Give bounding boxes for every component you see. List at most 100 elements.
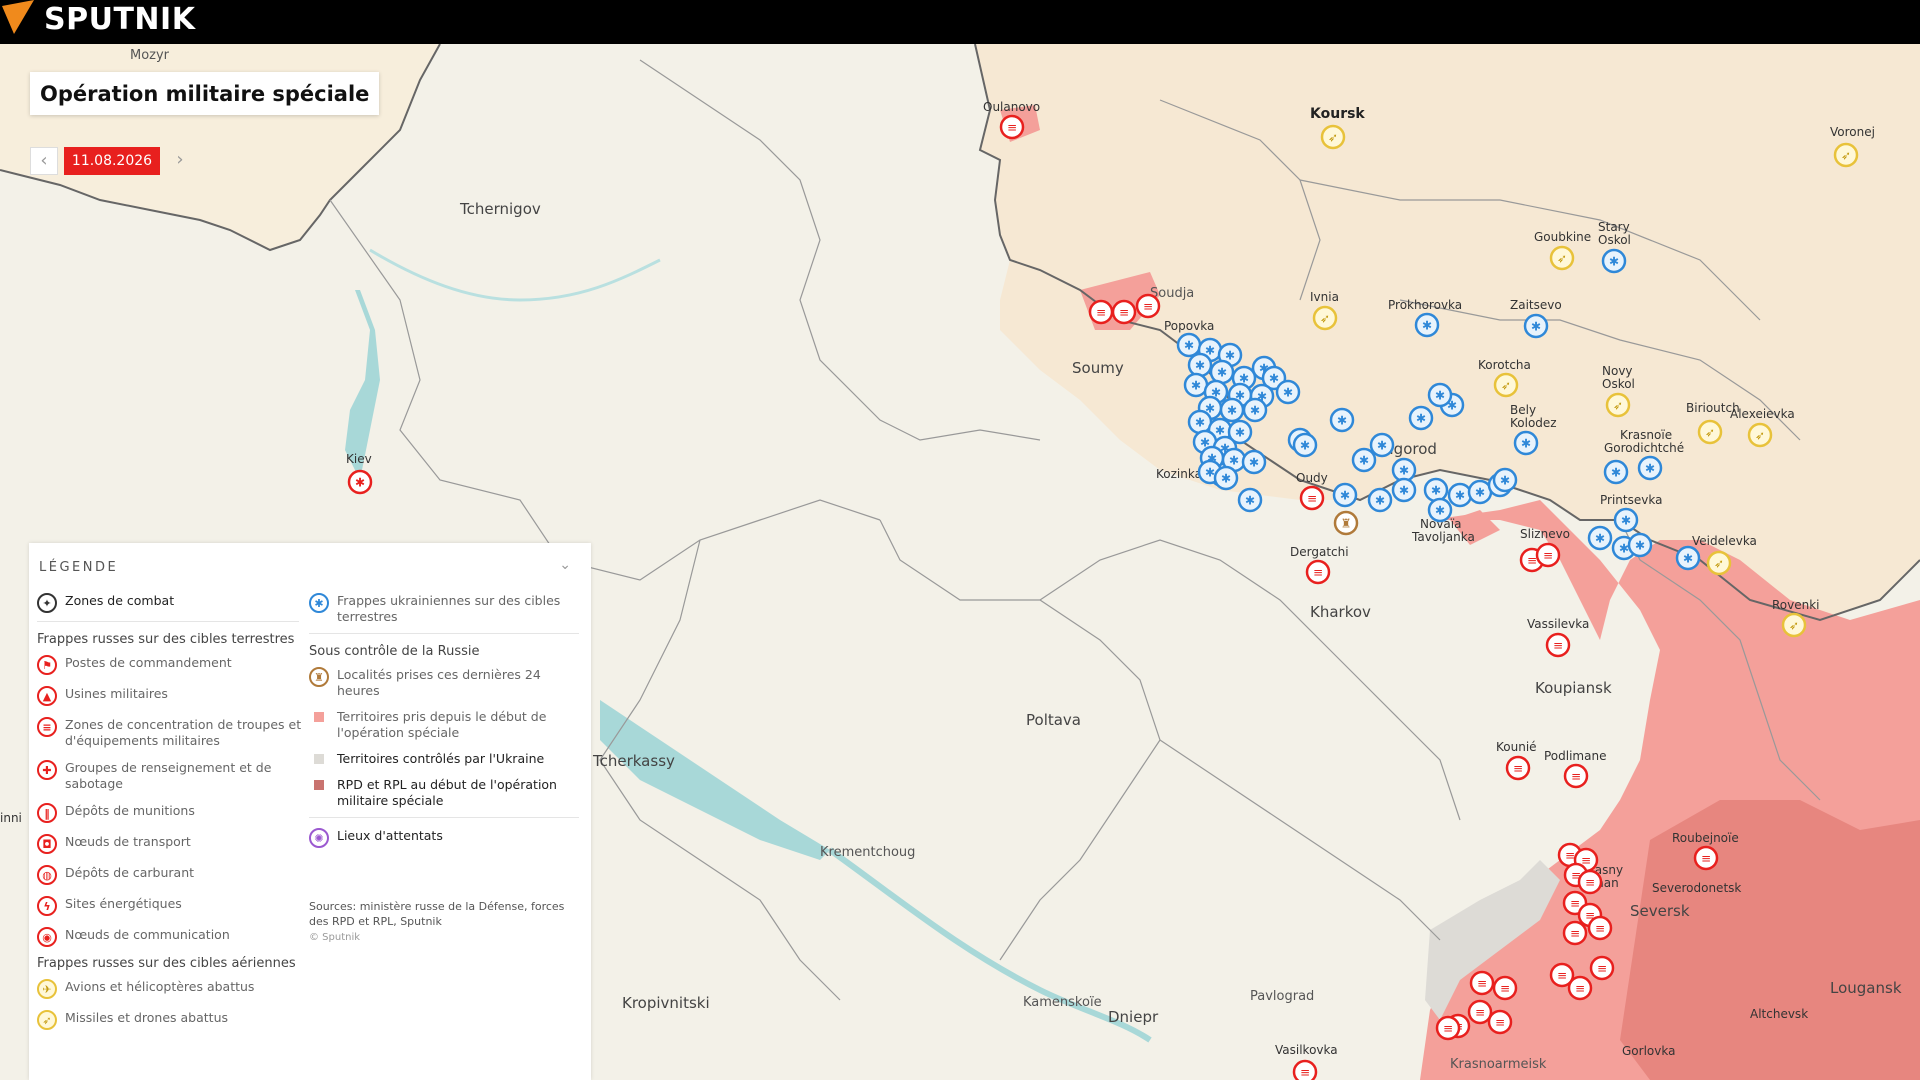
russian-strike-marker[interactable]: ≡ xyxy=(1292,1059,1318,1080)
label-gorlovka: Gorlovka xyxy=(1622,1044,1675,1058)
russian-strike-marker[interactable]: ≡ xyxy=(1135,293,1161,319)
ukrainian-strike-marker[interactable]: ✱ xyxy=(1219,397,1245,423)
russian-strike-marker[interactable]: ✱ xyxy=(347,469,373,495)
ukrainian-strike-marker[interactable]: ✱ xyxy=(1492,467,1518,493)
ukrainian-strike-marker[interactable]: ✱ xyxy=(1213,465,1239,491)
ukrainian-strike-marker[interactable]: ✱ xyxy=(1369,432,1395,458)
ukrainian-strike-marker[interactable]: ✱ xyxy=(1447,482,1473,508)
marker-glyph: ≡ xyxy=(1575,982,1585,996)
ukrainian-strike-marker[interactable]: ✱ xyxy=(1242,397,1268,423)
ukrainian-strike-marker[interactable]: ✱ xyxy=(1176,332,1202,358)
ukrainian-strike-marker[interactable]: ✱ xyxy=(1601,248,1627,274)
marker-glyph: ≡ xyxy=(1565,849,1575,863)
russian-strike-marker[interactable]: ≡ xyxy=(1088,299,1114,325)
date-badge[interactable]: 11.08.2026 xyxy=(64,147,160,175)
russian-strike-marker[interactable]: ≡ xyxy=(1693,845,1719,871)
russian-strike-marker[interactable]: ≡ xyxy=(1562,920,1588,946)
downed-missile-marker[interactable]: ➶ xyxy=(1320,124,1346,150)
transport-icon: ◘ xyxy=(37,834,57,854)
downed-missile-marker[interactable]: ➶ xyxy=(1747,422,1773,448)
ukrainian-strike-marker[interactable]: ✱ xyxy=(1467,479,1493,505)
ukrainian-strike-marker[interactable]: ✱ xyxy=(1351,447,1377,473)
ukrainian-strike-marker[interactable]: ✱ xyxy=(1237,487,1263,513)
ukrainian-strike-marker[interactable]: ✱ xyxy=(1329,407,1355,433)
russian-strike-marker[interactable]: ≡ xyxy=(1492,975,1518,1001)
captured-locality-marker[interactable]: ♜ xyxy=(1333,510,1359,536)
marker-glyph: ➶ xyxy=(1557,252,1567,266)
legend-col-left: ✦ Zones de combat Frappes russes sur des… xyxy=(37,593,327,1030)
marker-glyph: ✱ xyxy=(1595,532,1605,546)
ukrainian-strike-marker[interactable]: ✱ xyxy=(1241,449,1267,475)
ukrainian-strike-marker[interactable]: ✱ xyxy=(1627,532,1653,558)
russian-strike-marker[interactable]: ≡ xyxy=(1435,1015,1461,1041)
russian-strike-marker[interactable]: ≡ xyxy=(1305,559,1331,585)
ukrainian-strike-marker[interactable]: ✱ xyxy=(1587,525,1613,551)
legend-item: ➶ Missiles et drones abattus xyxy=(37,1010,327,1030)
russian-strike-marker[interactable]: ≡ xyxy=(1467,999,1493,1025)
downed-missile-marker[interactable]: ➶ xyxy=(1493,372,1519,398)
label-novy-oskol: Novy Oskol xyxy=(1602,364,1635,391)
legend-label: Avions et hélicoptères abattus xyxy=(65,979,255,994)
russian-strike-marker[interactable]: ≡ xyxy=(1589,955,1615,981)
russian-strike-marker[interactable]: ≡ xyxy=(1587,915,1613,941)
russian-strike-marker[interactable]: ≡ xyxy=(1567,975,1593,1001)
ukrainian-strike-marker[interactable]: ✱ xyxy=(1332,482,1358,508)
russian-strike-marker[interactable]: ≡ xyxy=(999,114,1025,140)
downed-missile-marker[interactable]: ➶ xyxy=(1312,305,1338,331)
ukrainian-strike-marker[interactable]: ✱ xyxy=(1183,372,1209,398)
chevron-right-icon[interactable]: › xyxy=(166,147,194,175)
russian-strike-marker[interactable]: ≡ xyxy=(1505,755,1531,781)
ukrainian-strike-marker[interactable]: ✱ xyxy=(1187,352,1213,378)
ukrainian-strike-marker[interactable]: ✱ xyxy=(1391,457,1417,483)
brand-logo[interactable]: SPUTNIK xyxy=(44,2,195,37)
ukrainian-strike-marker[interactable]: ✱ xyxy=(1275,379,1301,405)
legend-col-right: ✱ Frappes ukrainiennes sur des cibles te… xyxy=(309,593,579,848)
chevron-down-icon[interactable]: ⌄ xyxy=(559,557,571,573)
downed-missile-marker[interactable]: ➶ xyxy=(1549,245,1575,271)
downed-missile-marker[interactable]: ➶ xyxy=(1781,612,1807,638)
ukrainian-strike-marker[interactable]: ✱ xyxy=(1408,405,1434,431)
downed-missile-marker[interactable]: ➶ xyxy=(1697,419,1723,445)
russian-strike-marker[interactable]: ≡ xyxy=(1111,299,1137,325)
marker-glyph: ≡ xyxy=(1443,1022,1453,1036)
russian-strike-marker[interactable]: ≡ xyxy=(1487,1009,1513,1035)
marker-glyph: ✱ xyxy=(1283,386,1293,400)
label-kropivnitski: Kropivnitski xyxy=(622,994,710,1012)
ukrainian-strike-marker[interactable]: ✱ xyxy=(1613,507,1639,533)
chevron-left-icon[interactable]: ‹ xyxy=(30,147,58,175)
troops-icon: ≡ xyxy=(37,717,57,737)
russian-strike-marker[interactable]: ≡ xyxy=(1535,542,1561,568)
ukrainian-strike-marker[interactable]: ✱ xyxy=(1367,487,1393,513)
ukrainian-strike-marker[interactable]: ✱ xyxy=(1603,459,1629,485)
label-popovka: Popovka xyxy=(1164,319,1214,333)
communication-icon: ◉ xyxy=(37,927,57,947)
label-roubejnoie: Roubejnoïe xyxy=(1672,831,1739,845)
ukrainian-strike-marker[interactable]: ✱ xyxy=(1523,313,1549,339)
russian-strike-marker[interactable]: ≡ xyxy=(1563,763,1589,789)
ukrainian-strike-marker[interactable]: ✱ xyxy=(1675,545,1701,571)
russian-strike-marker[interactable]: ≡ xyxy=(1577,869,1603,895)
russian-strike-marker[interactable]: ≡ xyxy=(1545,632,1571,658)
ukrainian-strike-marker[interactable]: ✱ xyxy=(1414,312,1440,338)
ukrainian-strike-marker[interactable]: ✱ xyxy=(1513,430,1539,456)
label-goubkine: Goubkine xyxy=(1534,230,1591,244)
ukrainian-strike-marker[interactable]: ✱ xyxy=(1187,409,1213,435)
label-lougansk: Lougansk xyxy=(1830,979,1902,997)
ukrainian-strike-marker[interactable]: ✱ xyxy=(1209,359,1235,385)
ukrainian-strike-marker[interactable]: ✱ xyxy=(1391,477,1417,503)
factory-icon: ▲ xyxy=(37,686,57,706)
ukrainian-strike-marker[interactable]: ✱ xyxy=(1427,497,1453,523)
marker-glyph: ≡ xyxy=(1701,852,1711,866)
legend-item-attacks: ✺ Lieux d'attentats xyxy=(309,828,579,848)
ukrainian-strike-marker[interactable]: ✱ xyxy=(1423,477,1449,503)
russian-strike-marker[interactable]: ≡ xyxy=(1299,485,1325,511)
downed-missile-marker[interactable]: ➶ xyxy=(1706,550,1732,576)
ukrainian-strike-marker[interactable]: ✱ xyxy=(1427,382,1453,408)
ukrainian-strike-marker[interactable]: ✱ xyxy=(1292,432,1318,458)
legend-label: Dépôts de munitions xyxy=(65,803,195,818)
russian-strike-marker[interactable]: ≡ xyxy=(1469,970,1495,996)
downed-missile-marker[interactable]: ➶ xyxy=(1605,392,1631,418)
label-ivnia: Ivnia xyxy=(1310,290,1339,304)
downed-missile-marker[interactable]: ➶ xyxy=(1833,142,1859,168)
ukrainian-strike-marker[interactable]: ✱ xyxy=(1637,455,1663,481)
